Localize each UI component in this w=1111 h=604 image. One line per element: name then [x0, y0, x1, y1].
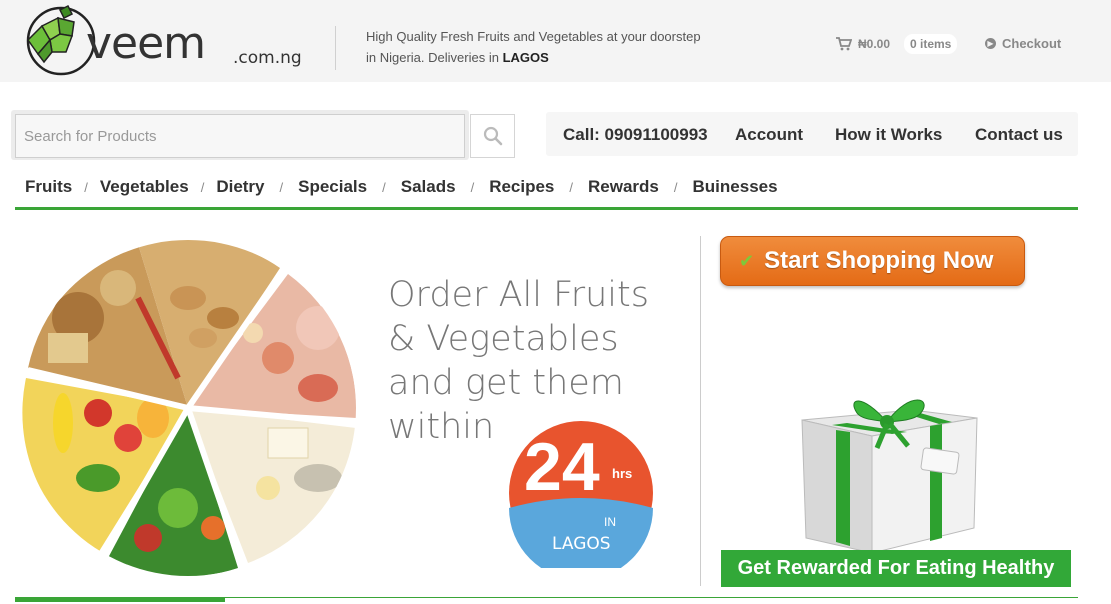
checkout-link[interactable]: ▶ Checkout [985, 36, 1061, 51]
check-icon: ✔ [739, 250, 755, 271]
category-dietry[interactable]: Dietry [216, 177, 264, 197]
category-separator: / [673, 179, 678, 195]
category-separator: / [470, 179, 475, 195]
how-it-works-link[interactable]: How it Works [835, 125, 942, 145]
search-icon [483, 126, 503, 146]
hero-divider [700, 236, 701, 586]
gift-icon [801, 399, 978, 553]
search-input[interactable] [15, 114, 465, 158]
top-nav: Call: 09091100993 Account How it Works C… [546, 112, 1078, 156]
cart-items-count[interactable]: 0 items [904, 34, 958, 54]
category-rewards[interactable]: Rewards [588, 177, 659, 197]
category-recipes[interactable]: Recipes [489, 177, 554, 197]
category-salads[interactable]: Salads [401, 177, 456, 197]
bottom-accent-bar [15, 598, 225, 602]
delivery-badge: 24 hrs IN LAGOS [509, 421, 653, 568]
account-link[interactable]: Account [735, 125, 803, 145]
arrow-circle-icon: ▶ [985, 38, 996, 49]
category-separator: / [382, 179, 386, 195]
tagline-city: LAGOS [502, 50, 549, 65]
checkout-label: Checkout [1002, 36, 1062, 51]
tagline: High Quality Fresh Fruits and Vegetables… [366, 26, 746, 68]
tagline-line2: in Nigeria. Deliveries in LAGOS [366, 47, 746, 68]
reward-banner[interactable]: Get Rewarded For Eating Healthy [721, 550, 1071, 587]
badge-unit: hrs [612, 466, 632, 481]
contact-link[interactable]: Contact us [975, 125, 1063, 145]
food-plate-image [20, 240, 357, 576]
hero-line1: Order All Fruits [388, 275, 649, 315]
category-separator: / [569, 179, 574, 195]
hero-line2: & Vegetables [388, 319, 619, 359]
logo-suffix: .com.ng [233, 48, 302, 68]
logo-word: veem [86, 18, 206, 69]
start-shopping-label: Start Shopping Now [764, 247, 994, 274]
top-bar: veem .com.ng High Quality Fresh Fruits a… [0, 0, 1111, 82]
search-button[interactable] [470, 114, 515, 158]
badge-in: IN [604, 515, 616, 529]
call-link[interactable]: Call: 09091100993 [563, 125, 708, 145]
category-separator: / [84, 179, 88, 195]
header-divider [335, 26, 336, 70]
category-separator: / [200, 179, 205, 195]
hero-line3: and get them [388, 363, 624, 403]
cart-icon[interactable] [836, 37, 852, 51]
category-specials[interactable]: Specials [298, 177, 367, 197]
cart-total[interactable]: ₦0.00 [858, 37, 890, 51]
site-logo[interactable]: veem .com.ng [20, 4, 310, 78]
category-nav: Fruits / Vegetables / Dietry / Specials / Sa… [25, 176, 778, 198]
tagline-line1: High Quality Fresh Fruits and Vegetables… [366, 29, 701, 44]
badge-number: 24 [524, 429, 600, 505]
category-vegetables[interactable]: Vegetables [100, 177, 189, 197]
category-separator: / [279, 179, 284, 195]
start-shopping-button[interactable]: ✔ Start Shopping Now [720, 236, 1025, 286]
reward-label: Get Rewarded For Eating Healthy [737, 557, 1055, 579]
category-fruits[interactable]: Fruits [25, 177, 72, 197]
tagline-line2-prefix: in Nigeria. Deliveries in [366, 50, 499, 65]
category-buinesses[interactable]: Buinesses [693, 177, 778, 197]
badge-city: LAGOS [552, 534, 611, 554]
nav-underline [15, 207, 1078, 210]
